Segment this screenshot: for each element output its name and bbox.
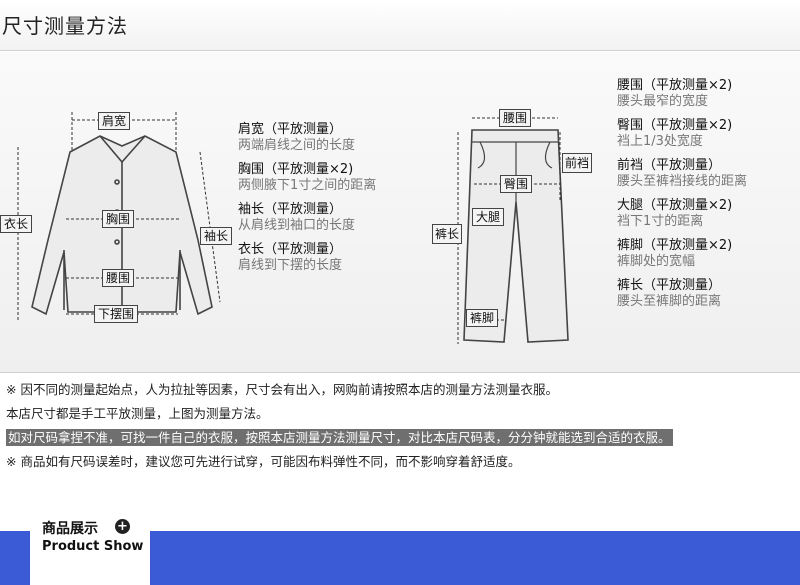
pants-label-waist: 腰围 — [499, 109, 532, 127]
banner-accent-left — [0, 531, 30, 585]
notes-section: ※ 因不同的测量起始点，人为拉扯等因素，尺寸会有出入，网购前请按照本店的测量方法… — [6, 382, 796, 478]
pants-desc-waist-sub: 腰头最窄的宽度 — [617, 94, 709, 109]
pants-label-hip: 臀围 — [500, 175, 533, 193]
shirt-label-chest: 胸围 — [102, 210, 135, 228]
shirt-desc-shoulder-sub: 两端肩线之间的长度 — [238, 138, 356, 153]
shirt-description-list: 肩宽（平放测量） 两端肩线之间的长度 胸围（平放测量×2) 两侧腋下1寸之间的距… — [238, 122, 376, 274]
shirt-label-shoulder: 肩宽 — [98, 112, 131, 130]
pants-description-list: 腰围（平放测量×2) 腰头最窄的宽度 臀围（平放测量×2) 裆上1/3处宽度 前… — [617, 78, 747, 310]
pants-desc-rise-head: 前裆（平放测量） — [617, 158, 722, 173]
pants-label-length: 裤长 — [432, 224, 463, 244]
shirt-desc-length-sub: 肩线到下摆的长度 — [238, 258, 343, 273]
note-line: ※ 商品如有尺码误差时，建议您可先进行试穿，可能因布料弹性不同，而不影响穿着舒适… — [6, 454, 521, 469]
pants-label-thigh: 大腿 — [472, 208, 505, 226]
pants-label-leg-opening: 裤脚 — [466, 309, 499, 327]
pants-label-rise: 前裆 — [562, 153, 593, 173]
pants-desc-hip-head: 臀围（平放测量×2) — [617, 118, 733, 133]
shirt-desc-sleeve-sub: 从肩线到袖口的长度 — [238, 218, 356, 233]
shirt-desc-length-head: 衣长（平放测量） — [238, 242, 343, 257]
shirt-label-waist: 腰围 — [102, 269, 135, 287]
pants-desc-length-head: 裤长（平放测量） — [617, 278, 722, 293]
banner-accent-right — [150, 531, 800, 585]
plus-icon: + — [115, 519, 130, 534]
shirt-desc-sleeve-head: 袖长（平放测量） — [238, 202, 343, 217]
shirt-label-sleeve: 袖长 — [200, 227, 233, 245]
pants-desc-rise-sub: 腰头至裤裆接线的距离 — [617, 174, 748, 189]
note-line: 本店尺寸都是手工平放测量，上图为测量方法。 — [6, 406, 269, 421]
product-show-title-en: Product Show — [42, 539, 144, 554]
product-show-banner: 商品展示 + Product Show — [0, 505, 800, 585]
pants-desc-length-sub: 腰头至裤脚的距离 — [617, 294, 722, 309]
note-line-highlight: 如对尺码拿捏不准，可找一件自己的衣服，按照本店测量方法测量尺寸，对比本店尺码表，… — [6, 429, 796, 454]
shirt-desc-chest-sub: 两侧腋下1寸之间的距离 — [238, 178, 377, 193]
measurement-diagram: 肩宽 胸围 衣长 袖长 腰围 下摆围 肩宽（平放测量） 两端肩线之间的长度 胸围… — [0, 52, 800, 373]
shirt-desc-shoulder-head: 肩宽（平放测量） — [238, 122, 343, 137]
shirt-label-length: 衣长 — [0, 215, 33, 233]
note-highlight-text: 如对尺码拿捏不准，可找一件自己的衣服，按照本店测量方法测量尺寸，对比本店尺码表，… — [6, 429, 673, 446]
shirt-label-hem: 下摆围 — [94, 305, 139, 323]
pants-desc-thigh-head: 大腿（平放测量×2) — [617, 198, 733, 213]
pants-desc-leg-opening-sub: 裤脚处的宽幅 — [617, 254, 696, 269]
page-title: 尺寸测量方法 — [2, 14, 128, 38]
pants-desc-hip-sub: 裆上1/3处宽度 — [617, 134, 703, 149]
pants-desc-thigh-sub: 裆下1寸的距离 — [617, 214, 704, 229]
pants-illustration — [457, 117, 569, 344]
title-bar: 尺寸测量方法 — [0, 0, 800, 51]
pants-desc-waist-head: 腰围（平放测量×2) — [617, 78, 733, 93]
product-show-title-cn: 商品展示 — [42, 521, 98, 537]
shirt-desc-chest-head: 胸围（平放测量×2) — [238, 162, 354, 177]
note-line: ※ 因不同的测量起始点，人为拉扯等因素，尺寸会有出入，网购前请按照本店的测量方法… — [6, 382, 558, 397]
pants-desc-leg-opening-head: 裤脚（平放测量×2) — [617, 238, 733, 253]
